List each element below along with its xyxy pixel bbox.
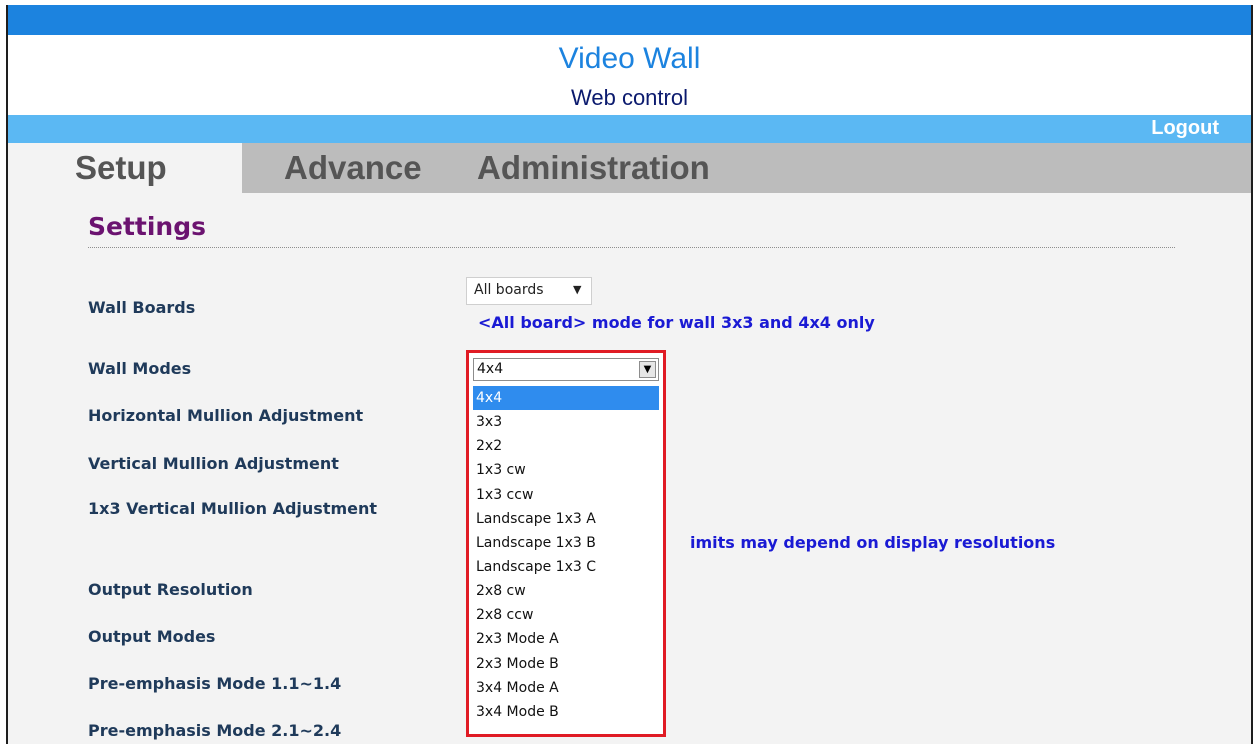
wall-boards-select[interactable]: All boards ▼ — [466, 277, 592, 305]
wall-modes-options: 4x4 3x3 2x2 1x3 cw 1x3 ccw Landscape 1x3 A Lan… — [473, 386, 659, 724]
wall-mode-option[interactable]: Landscape 1x3 C — [473, 555, 659, 579]
page-subtitle: Web control — [571, 85, 688, 110]
wall-mode-option[interactable]: 3x4 Mode A — [473, 676, 659, 700]
wall-mode-option[interactable]: 1x3 cw — [473, 458, 659, 482]
wall-mode-option[interactable]: 4x4 — [473, 386, 659, 411]
tab-setup[interactable]: Setup — [75, 149, 167, 187]
wall-mode-option[interactable]: 2x8 cw — [473, 579, 659, 603]
output-resolution-label: Output Resolution — [88, 580, 253, 599]
tab-administration[interactable]: Administration — [477, 149, 710, 187]
wall-modes-label: Wall Modes — [88, 359, 192, 378]
page-title: Video Wall — [558, 42, 701, 75]
wall-mode-option[interactable]: 3x3 — [473, 410, 659, 434]
vertical-mullion-label: Vertical Mullion Adjustment — [88, 454, 339, 473]
preemphasis-2-label: Pre-emphasis Mode 2.1~2.4 — [88, 721, 342, 740]
wall-modes-highlight: 4x4 ▼ 4x4 3x3 2x2 1x3 cw 1x3 ccw Landscape 1x… — [466, 350, 666, 737]
wall-mode-option[interactable]: 2x2 — [473, 434, 659, 458]
wall-mode-option[interactable]: 3x4 Mode B — [473, 700, 659, 724]
logout-bar — [8, 115, 1251, 143]
wall-mode-option[interactable]: Landscape 1x3 B — [473, 531, 659, 555]
section-divider — [88, 247, 1175, 248]
horizontal-mullion-label: Horizontal Mullion Adjustment — [88, 406, 364, 425]
settings-heading: Settings — [88, 212, 207, 241]
web-control-window: Video Wall Web control Logout Setup Adva… — [6, 5, 1253, 744]
vertical-mullion-1x3-label: 1x3 Vertical Mullion Adjustment — [88, 499, 378, 518]
output-modes-label: Output Modes — [88, 627, 216, 646]
wall-boards-label: Wall Boards — [88, 298, 196, 317]
wall-boards-value: All boards — [474, 282, 544, 298]
logout-link[interactable]: Logout — [1151, 117, 1219, 140]
dropdown-arrow-icon[interactable]: ▼ — [639, 361, 656, 378]
wall-mode-option[interactable]: Landscape 1x3 A — [473, 507, 659, 531]
wall-mode-option[interactable]: 1x3 ccw — [473, 483, 659, 507]
wall-modes-select[interactable]: 4x4 ▼ — [473, 358, 659, 381]
caret-down-icon: ▼ — [573, 283, 582, 296]
top-banner — [8, 5, 1251, 35]
wall-mode-option[interactable]: 2x8 ccw — [473, 603, 659, 627]
preemphasis-1-label: Pre-emphasis Mode 1.1~1.4 — [88, 674, 342, 693]
wall-mode-option[interactable]: 2x3 Mode B — [473, 652, 659, 676]
tab-advance[interactable]: Advance — [284, 149, 422, 187]
all-board-note: <All board> mode for wall 3x3 and 4x4 on… — [478, 313, 875, 332]
wall-modes-value: 4x4 — [477, 361, 504, 377]
wall-mode-option[interactable]: 2x3 Mode A — [473, 627, 659, 651]
limits-note: imits may depend on display resolutions — [690, 533, 1056, 552]
